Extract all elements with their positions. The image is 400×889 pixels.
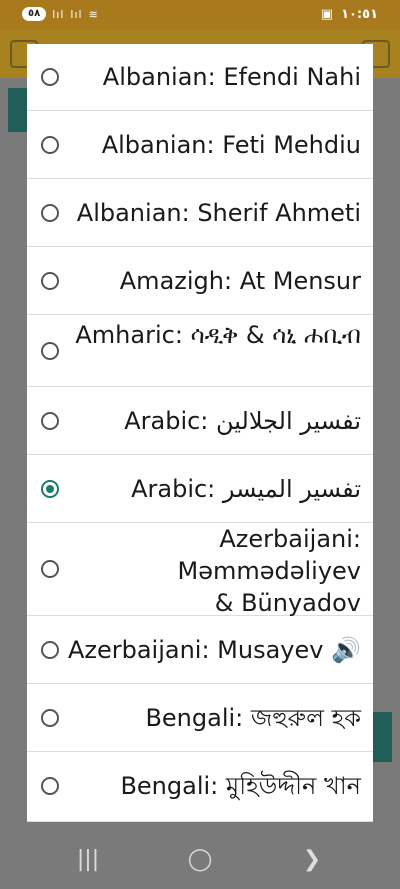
radio-button[interactable]: [41, 136, 59, 154]
translation-picker-dialog: Albanian: Efendi Nahi Albanian: Feti Meh…: [27, 44, 373, 822]
option-azerbaijani-mammadaliyev[interactable]: Azerbaijani: Məmmədəliyev & Bünyadov: [27, 523, 373, 617]
radio-button[interactable]: [41, 709, 59, 727]
option-label: Bengali: মুহিউদ্দীন খান: [120, 772, 361, 800]
home-icon[interactable]: ◯: [180, 844, 220, 876]
option-bengali-zohurul-hoque[interactable]: Bengali: জহুরুল হক: [27, 684, 373, 752]
option-label: Albanian: Efendi Nahi: [102, 63, 361, 91]
back-icon[interactable]: ❯: [292, 844, 332, 876]
option-label: Azerbaijani: Musayev 🔊: [67, 636, 361, 664]
option-amazigh-at-mensur[interactable]: Amazigh: At Mensur: [27, 247, 373, 315]
radio-button-selected[interactable]: [41, 480, 59, 498]
option-azerbaijani-musayev[interactable]: Azerbaijani: Musayev 🔊: [27, 616, 373, 684]
option-label: Albanian: Feti Mehdiu: [101, 131, 361, 159]
radio-button[interactable]: [41, 68, 59, 86]
option-label: Amharic: ሳዲቅ & ሳኒ ሐቢብ: [75, 321, 361, 349]
option-albanian-sherif-ahmeti[interactable]: Albanian: Sherif Ahmeti: [27, 179, 373, 247]
option-label: Azerbaijani: Məmmədəliyev & Bünyadov: [177, 525, 361, 617]
option-label: Amazigh: At Mensur: [119, 267, 361, 295]
option-arabic-jalalayn[interactable]: Arabic: تفسير الجلالين: [27, 387, 373, 455]
radio-button[interactable]: [41, 560, 59, 578]
wifi-icon: ≋: [88, 7, 99, 21]
status-bar: ٥٨ lıl lıl ≋ ▣ ١٠:٥١: [0, 0, 400, 30]
radio-button[interactable]: [41, 412, 59, 430]
recent-apps-icon[interactable]: |||: [68, 844, 108, 876]
option-bengali-muhiuddin-khan[interactable]: Bengali: মুহিউদ্দীন খান: [27, 752, 373, 822]
radio-button[interactable]: [41, 272, 59, 290]
status-right: ▣ ١٠:٥١: [321, 7, 378, 22]
radio-button[interactable]: [41, 342, 59, 360]
background-footer-strip: [372, 712, 392, 762]
option-label: Arabic: تفسير الميسر: [131, 475, 361, 503]
system-nav-bar: ||| ◯ ❯: [0, 830, 400, 889]
background-header-strip: [8, 88, 28, 132]
screenshot-icon: ▣: [320, 7, 334, 22]
option-label: Arabic: تفسير الجلالين: [124, 407, 361, 435]
radio-button[interactable]: [41, 641, 59, 659]
option-arabic-muyassar[interactable]: Arabic: تفسير الميسر: [27, 455, 373, 523]
status-time: ١٠:٥١: [341, 7, 378, 22]
option-amharic[interactable]: Amharic: ሳዲቅ & ሳኒ ሐቢብ: [27, 315, 373, 387]
battery-icon: ٥٨: [22, 7, 47, 21]
signal-icon: lıl: [52, 7, 65, 21]
radio-button[interactable]: [41, 204, 59, 222]
signal-icon-2: lıl: [70, 7, 83, 21]
status-left: ٥٨ lıl lıl ≋: [22, 7, 99, 21]
option-albanian-feti-mehdiu[interactable]: Albanian: Feti Mehdiu: [27, 111, 373, 179]
option-albanian-efendi-nahi[interactable]: Albanian: Efendi Nahi: [27, 44, 373, 111]
option-label: Bengali: জহুরুল হক: [145, 704, 361, 732]
option-label: Albanian: Sherif Ahmeti: [76, 199, 361, 227]
radio-button[interactable]: [41, 777, 59, 795]
